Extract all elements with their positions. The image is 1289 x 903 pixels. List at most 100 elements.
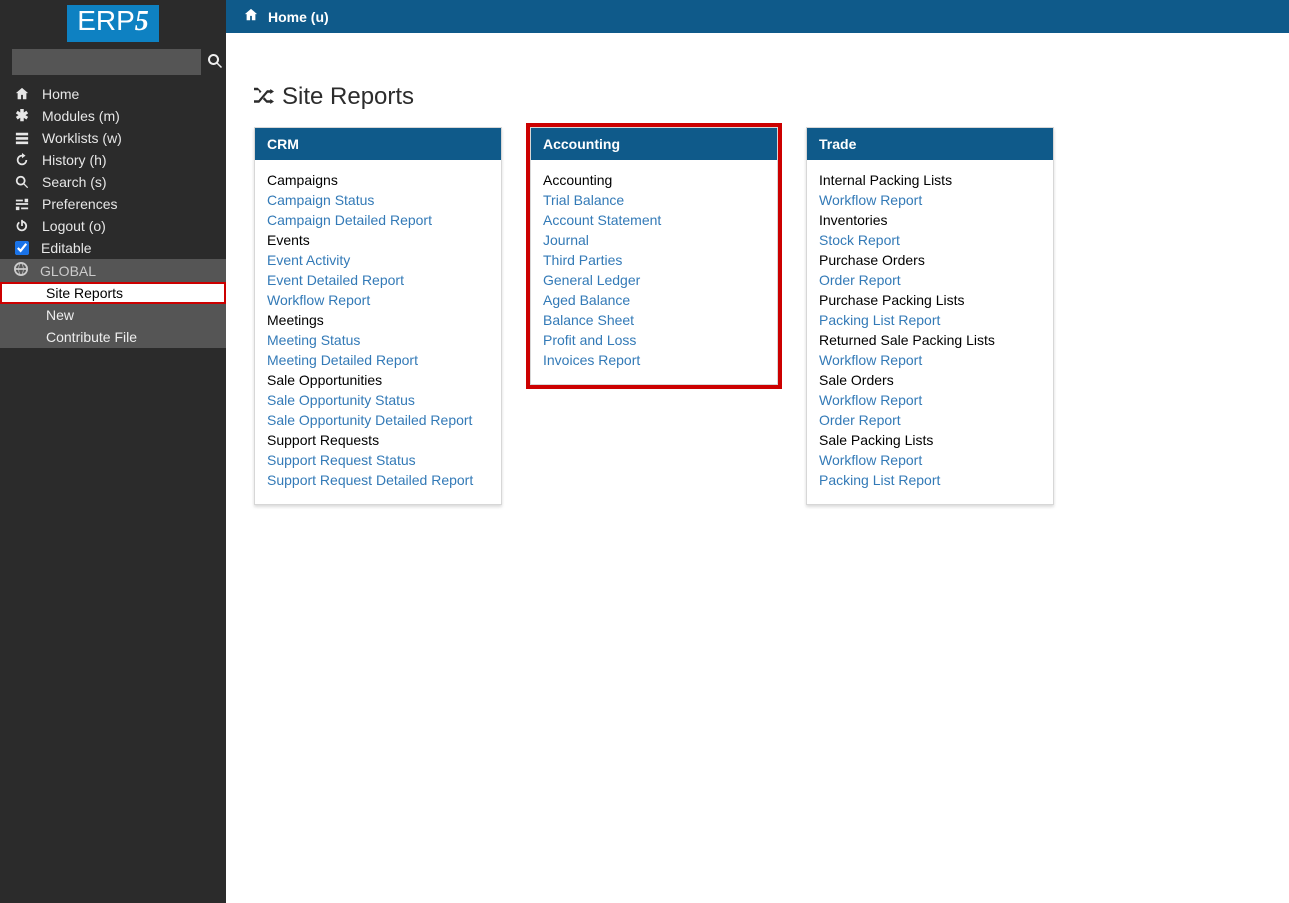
report-link[interactable]: Profit and Loss [543, 332, 765, 348]
report-link[interactable]: Campaign Detailed Report [267, 212, 489, 228]
nav-item-home[interactable]: Home [0, 83, 226, 105]
panel-header: Accounting [531, 128, 777, 160]
report-link[interactable]: Stock Report [819, 232, 1041, 248]
nav-list: Home Modules (m) Worklists (w) History (h) S… [0, 83, 226, 237]
panel-trade: Trade Internal Packing Lists Workflow Repo… [806, 127, 1054, 505]
subnav-item[interactable]: New [0, 304, 226, 326]
report-section-header: Events [267, 232, 489, 248]
report-link[interactable]: Event Detailed Report [267, 272, 489, 288]
panel-body: Campaigns Campaign Status Campaign Detaile… [255, 160, 501, 504]
report-link[interactable]: Invoices Report [543, 352, 765, 368]
report-link[interactable]: Meeting Detailed Report [267, 352, 489, 368]
report-link[interactable]: Packing List Report [819, 312, 1041, 328]
report-section-header: Purchase Packing Lists [819, 292, 1041, 308]
report-link[interactable]: Workflow Report [819, 192, 1041, 208]
search-icon [14, 174, 30, 190]
search-icon[interactable] [207, 53, 223, 72]
report-section-header: Internal Packing Lists [819, 172, 1041, 188]
brand-text-b: 5 [135, 6, 149, 37]
report-link[interactable]: Meeting Status [267, 332, 489, 348]
nav-item-prefs[interactable]: Preferences [0, 193, 226, 215]
report-link[interactable]: General Ledger [543, 272, 765, 288]
nav-item-label: Modules (m) [42, 108, 120, 124]
nav-item-label: Logout (o) [42, 218, 106, 234]
report-link[interactable]: Support Request Status [267, 452, 489, 468]
nav-editable[interactable]: Editable [0, 237, 226, 259]
report-link[interactable]: Support Request Detailed Report [267, 472, 489, 488]
prefs-icon [14, 196, 30, 212]
report-section-header: Accounting [543, 172, 765, 188]
nav-item-label: Worklists (w) [42, 130, 122, 146]
sidebar: ERP5 Home Modules (m) Worklists (w) History… [0, 0, 226, 903]
power-icon [14, 218, 30, 234]
report-link[interactable]: Workflow Report [819, 452, 1041, 468]
editable-checkbox[interactable] [15, 241, 29, 255]
page-title: Site Reports [254, 83, 1261, 111]
report-link[interactable]: Sale Opportunity Detailed Report [267, 412, 489, 428]
report-link[interactable]: Workflow Report [819, 392, 1041, 408]
report-link[interactable]: Balance Sheet [543, 312, 765, 328]
nav-item-modules[interactable]: Modules (m) [0, 105, 226, 127]
report-link[interactable]: Third Parties [543, 252, 765, 268]
search-input[interactable] [12, 49, 201, 75]
report-section-header: Returned Sale Packing Lists [819, 332, 1041, 348]
panel-accounting: AccountingAccountingTrial BalanceAccount… [530, 127, 778, 385]
report-section-header: Purchase Orders [819, 252, 1041, 268]
modules-icon [14, 108, 30, 124]
search-row [0, 45, 226, 83]
report-link[interactable]: Account Statement [543, 212, 765, 228]
brand-logo[interactable]: ERP5 [67, 5, 159, 42]
globe-icon [14, 262, 28, 279]
panel-header: Trade [807, 128, 1053, 160]
report-link[interactable]: Event Activity [267, 252, 489, 268]
report-section-header: Sale Opportunities [267, 372, 489, 388]
report-link[interactable]: Sale Opportunity Status [267, 392, 489, 408]
logo-wrap: ERP5 [0, 0, 226, 45]
nav-item-label: Search (s) [42, 174, 107, 190]
nav-item-worklists[interactable]: Worklists (w) [0, 127, 226, 149]
main: Home (u) Site Reports CRMCampaignsCampai… [226, 0, 1289, 903]
report-section-header: Meetings [267, 312, 489, 328]
worklists-icon [14, 130, 30, 146]
nav-item-label: Home [42, 86, 79, 102]
panel-crm: CRM Campaigns Campaign Status Campaign Deta… [254, 127, 502, 505]
subnav-item[interactable]: Contribute File [0, 326, 226, 348]
report-link[interactable]: Packing List Report [819, 472, 1041, 488]
shuffle-icon [254, 83, 274, 111]
home-icon[interactable] [244, 8, 258, 25]
report-link[interactable]: Campaign Status [267, 192, 489, 208]
report-link[interactable]: Journal [543, 232, 765, 248]
report-link[interactable]: Workflow Report [267, 292, 489, 308]
report-section-header: Support Requests [267, 432, 489, 448]
report-link[interactable]: Order Report [819, 272, 1041, 288]
nav-item-label: History (h) [42, 152, 107, 168]
report-link[interactable]: Aged Balance [543, 292, 765, 308]
panel-body: Internal Packing Lists Workflow Report Inv… [807, 160, 1053, 504]
global-label: GLOBAL [40, 263, 96, 279]
subnav-item[interactable]: Site Reports [0, 282, 226, 304]
report-link[interactable]: Trial Balance [543, 192, 765, 208]
topbar: Home (u) [226, 0, 1289, 33]
page-title-text: Site Reports [282, 83, 414, 111]
nav-item-power[interactable]: Logout (o) [0, 215, 226, 237]
panel-body: Accounting Trial Balance Account Statement… [531, 160, 777, 384]
report-section-header: Campaigns [267, 172, 489, 188]
brand-text-a: ERP [77, 5, 135, 36]
report-link[interactable]: Order Report [819, 412, 1041, 428]
home-icon [14, 86, 30, 102]
content: Site Reports CRM Campaigns Campaign Status… [226, 33, 1289, 555]
panel-header: CRM [255, 128, 501, 160]
report-section-header: Inventories [819, 212, 1041, 228]
global-sub-list: Site ReportsNewContribute File [0, 282, 226, 348]
breadcrumb[interactable]: Home (u) [268, 9, 329, 25]
global-section-header[interactable]: GLOBAL [0, 259, 226, 282]
history-icon [14, 152, 30, 168]
nav-item-label: Preferences [42, 196, 117, 212]
nav-item-search[interactable]: Search (s) [0, 171, 226, 193]
report-link[interactable]: Workflow Report [819, 352, 1041, 368]
editable-label: Editable [41, 240, 92, 256]
panels: CRM Campaigns Campaign Status Campaign Deta… [254, 127, 1261, 505]
report-section-header: Sale Orders [819, 372, 1041, 388]
nav-item-history[interactable]: History (h) [0, 149, 226, 171]
report-section-header: Sale Packing Lists [819, 432, 1041, 448]
